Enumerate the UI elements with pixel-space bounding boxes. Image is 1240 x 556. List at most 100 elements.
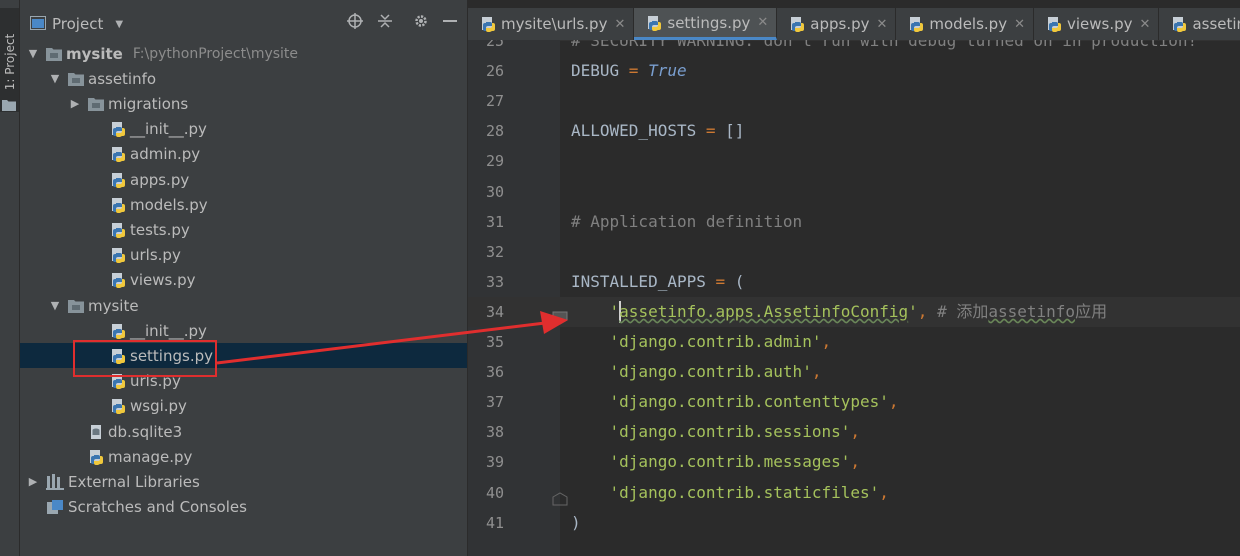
tree-item[interactable]: Scratches and Consoles [20,495,467,520]
python-file-icon [908,16,924,32]
code-line[interactable]: 25 # SECURITY WARNING: don't run with deb… [468,40,1240,56]
tree-item[interactable]: views.py [20,268,467,293]
code-line[interactable]: 36 'django.contrib.auth', [468,357,1240,387]
editor-tab-bar: mysite\urls.py ✕ settings.py ✕ apps.py ✕ model… [468,8,1240,41]
code-line[interactable]: 35 'django.contrib.admin', [468,327,1240,357]
tree-item-label: db.sqlite3 [108,422,183,441]
tree-item[interactable]: ▼ mysite F:\pythonProject\mysite [20,41,467,66]
tree-item[interactable]: tests.py [20,217,467,242]
editor-tab[interactable]: models.py ✕ [896,8,1034,40]
tree-item[interactable]: ▼ assetinfo [20,66,467,91]
tree-item-label: urls.py [130,246,181,265]
editor-tab[interactable]: assetinfo\u [1159,8,1240,40]
collapse-all-icon[interactable] [377,13,393,33]
editor-tab-label: settings.py [667,13,751,32]
tree-item[interactable]: urls.py [20,243,467,268]
python-file-icon [110,172,126,188]
close-icon[interactable]: ✕ [1140,17,1151,32]
code-line[interactable]: 41) [468,508,1240,538]
tree-item[interactable]: manage.py [20,444,467,469]
python-file-icon [110,121,126,138]
tree-item[interactable]: apps.py [20,167,467,192]
tree-item[interactable]: db.sqlite3 [20,419,467,444]
tree-item-label: urls.py [130,372,181,391]
folder-icon [2,96,16,115]
close-icon[interactable]: ✕ [876,17,887,32]
project-tool-tab[interactable]: 1: Project [0,8,19,112]
collapse-arrow-icon[interactable]: ▶ [26,475,40,488]
tree-item[interactable]: __init__.py [20,318,467,343]
line-number: 25 [485,40,504,50]
code-text: # Application definition [571,211,803,231]
tree-item[interactable]: ▶ migrations [20,91,467,116]
collapse-arrow-icon[interactable]: ▶ [68,97,82,110]
python-file-icon [88,449,104,465]
line-number: 27 [485,92,504,111]
editor-tab[interactable]: mysite\urls.py ✕ [468,8,635,40]
tree-item-label: manage.py [108,447,193,466]
editor-tab-label: mysite\urls.py [501,15,608,33]
locate-file-icon[interactable] [347,13,363,33]
project-panel: Project ▼ ▼ mysite F:\pythonProject\mysite… [20,0,467,556]
editor-area: mysite\urls.py ✕ settings.py ✕ apps.py ✕ model… [468,0,1240,556]
code-line[interactable]: 38 'django.contrib.sessions', [468,417,1240,447]
code-text: DEBUG = True [571,61,687,81]
code-line[interactable]: 30 [468,177,1240,207]
editor-tab-label: assetinfo\u [1192,15,1240,33]
editor-tab[interactable]: views.py ✕ [1034,8,1160,40]
tree-item[interactable]: ▶ External Libraries [20,469,467,494]
gear-icon[interactable] [413,13,429,33]
code-text: 'assetinfo.apps.AssetinfoConfig', # 添加as… [571,297,1107,327]
code-line[interactable]: 34 'assetinfo.apps.AssetinfoConfig', # 添… [468,296,1240,327]
database-file-icon [88,424,104,440]
editor-tab-label: apps.py [810,15,870,33]
tree-item-label: tests.py [130,220,190,239]
project-icon [30,15,46,34]
tree-item-label: wsgi.py [130,397,187,416]
code-view[interactable]: 25 # SECURITY WARNING: don't run with deb… [468,40,1240,556]
editor-tab[interactable]: settings.py ✕ [634,8,778,40]
tree-item[interactable]: models.py [20,192,467,217]
tree-item-label: apps.py [130,170,190,189]
tree-item[interactable]: __init__.py [20,117,467,142]
code-line[interactable]: 31 # Application definition [468,207,1240,237]
python-file-icon [110,323,126,339]
expand-arrow-icon[interactable]: ▼ [48,299,62,312]
tree-item-label: settings.py [130,346,213,365]
tree-item[interactable]: settings.py [20,343,467,369]
expand-arrow-icon[interactable]: ▼ [26,47,40,60]
tree-item-label: admin.py [130,145,201,164]
editor-tab[interactable]: apps.py ✕ [777,8,897,40]
code-line[interactable]: 33 INSTALLED_APPS = ( [468,267,1240,297]
code-line[interactable]: 37 'django.contrib.contenttypes', [468,387,1240,417]
tree-item-label: assetinfo [88,69,157,88]
python-file-icon [646,15,662,31]
tree-item[interactable]: urls.py [20,369,467,394]
tree-item[interactable]: admin.py [20,142,467,167]
folder-icon [68,299,84,313]
code-text: ALLOWED_HOSTS = [] [571,121,745,141]
code-line[interactable]: 39 'django.contrib.messages', [468,447,1240,477]
tree-item-label: views.py [130,271,196,290]
close-icon[interactable]: ✕ [1014,17,1025,32]
code-line[interactable]: 32 [468,237,1240,267]
close-icon[interactable]: ✕ [757,15,768,30]
line-number: 28 [485,122,504,141]
tree-item[interactable]: wsgi.py [20,394,467,419]
expand-arrow-icon[interactable]: ▼ [48,72,62,85]
code-line[interactable]: 29 [468,146,1240,176]
code-line[interactable]: 28 ALLOWED_HOSTS = [] [468,116,1240,146]
tree-item[interactable]: ▼ mysite [20,293,467,318]
python-file-icon [110,197,126,213]
hide-panel-icon[interactable] [443,13,457,33]
python-file-icon [110,398,126,415]
line-number: 33 [485,272,504,291]
editor-tab-label: models.py [929,15,1008,33]
code-line[interactable]: 27 [468,86,1240,116]
close-icon[interactable]: ✕ [614,17,625,32]
python-file-icon [110,222,126,238]
code-line[interactable]: 26 DEBUG = True [468,56,1240,86]
editor-tab-label: views.py [1067,15,1133,33]
code-line[interactable]: 40 'django.contrib.staticfiles', [468,478,1240,508]
project-view-selector[interactable]: Project ▼ [30,14,123,34]
